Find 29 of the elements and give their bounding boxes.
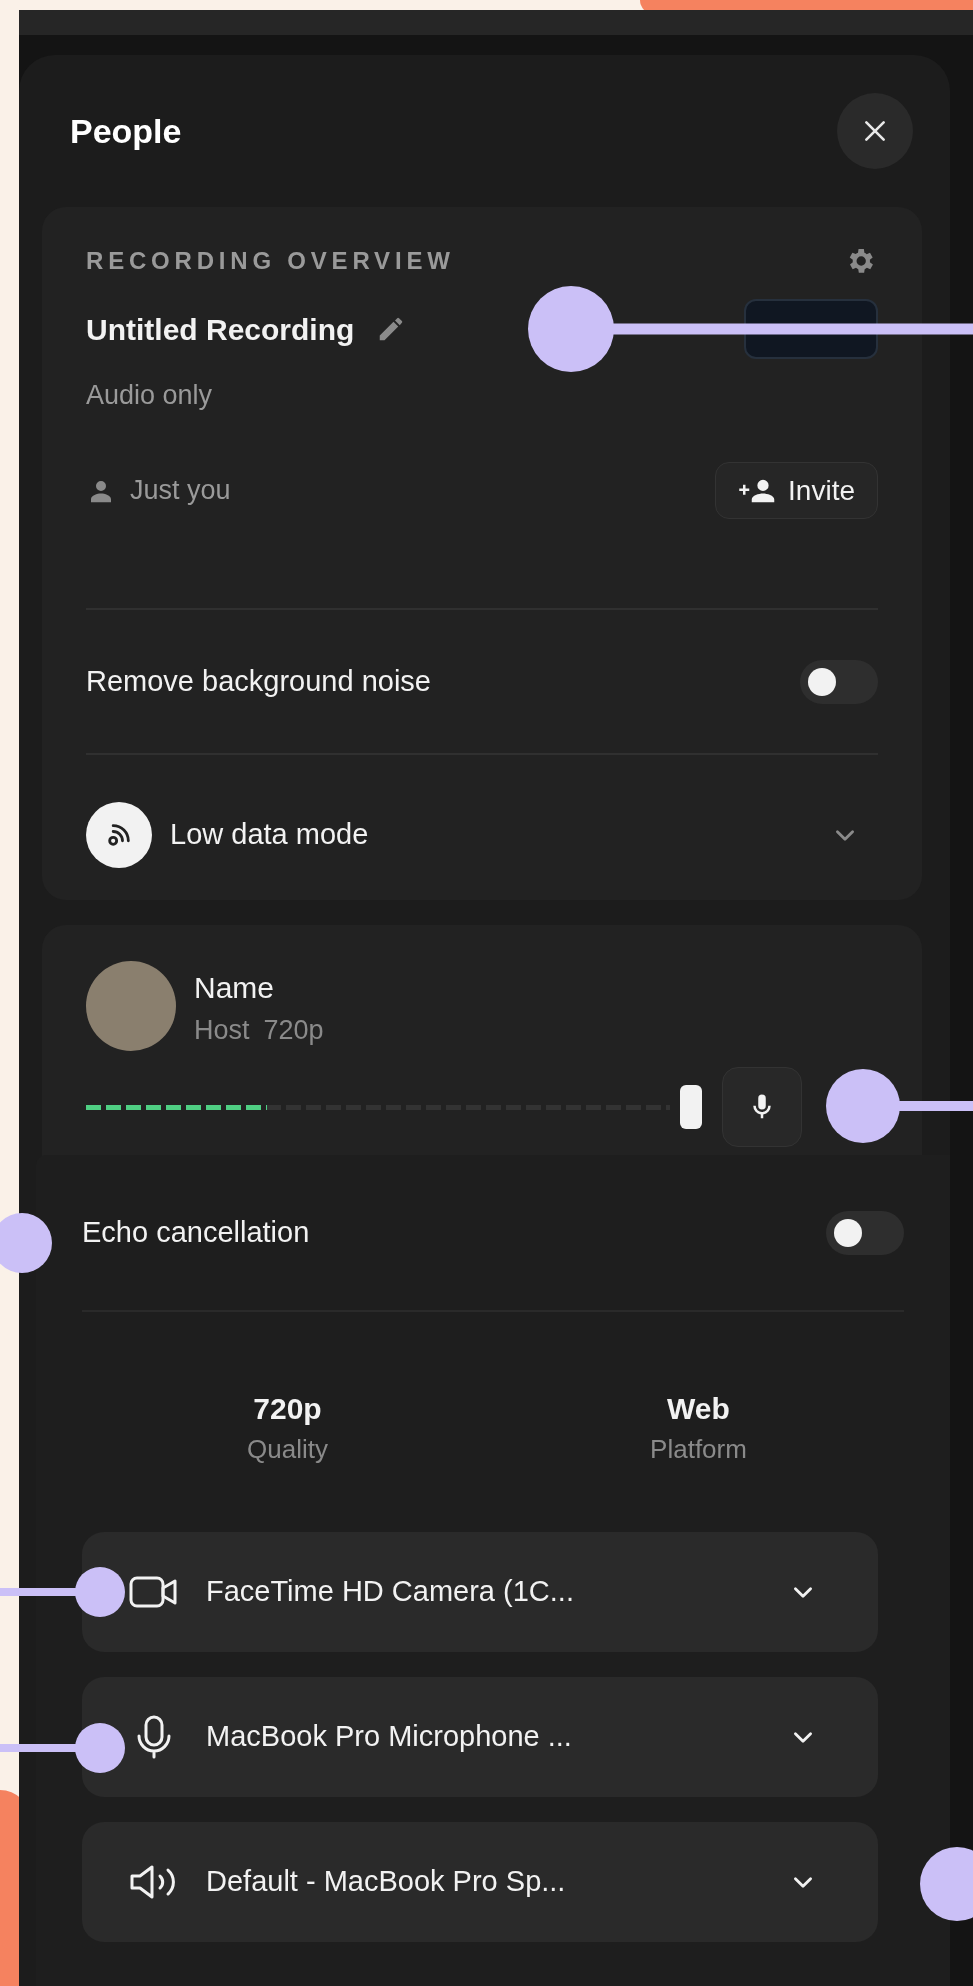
recording-name: Untitled Recording — [86, 311, 355, 348]
toggle-knob — [834, 1218, 862, 1247]
toggle-switch[interactable] — [826, 1210, 904, 1255]
callout-marker — [0, 1213, 52, 1273]
invite-button[interactable]: Invite — [715, 462, 878, 519]
panel-title: People — [70, 110, 182, 152]
participant-name: Name — [194, 970, 276, 1006]
participants-label: Just you — [130, 474, 231, 508]
setting-label: Echo cancellation — [82, 1214, 310, 1250]
recording-type: Audio only — [86, 378, 213, 412]
video-camera-icon — [128, 1575, 180, 1609]
slider-thumb[interactable] — [680, 1085, 702, 1129]
close-icon — [862, 118, 888, 144]
stat-label: Quality — [247, 1433, 328, 1466]
participant-role: Host — [194, 1014, 250, 1047]
participant-quality: 720p — [263, 1014, 324, 1047]
setting-label: Remove background noise — [86, 663, 431, 699]
toggle-knob — [808, 667, 836, 696]
low-data-mode-dropdown[interactable]: Low data mode — [86, 802, 878, 868]
stat-label: Platform — [650, 1433, 747, 1466]
toggle-switch[interactable] — [800, 659, 878, 704]
microphone-button[interactable] — [722, 1067, 802, 1147]
device-dropdown[interactable]: FaceTime HD Camera (1C... — [82, 1532, 878, 1652]
volume-slider[interactable] — [86, 1085, 702, 1129]
device-dropdown[interactable]: Default - MacBook Pro Sp... — [82, 1822, 878, 1942]
section-heading: RECORDING OVERVIEW — [86, 246, 455, 276]
stat-value: 720p — [253, 1391, 322, 1427]
stat-value: Web — [667, 1391, 730, 1427]
device-dropdown[interactable]: MacBook Pro Microphone ... — [82, 1677, 878, 1797]
